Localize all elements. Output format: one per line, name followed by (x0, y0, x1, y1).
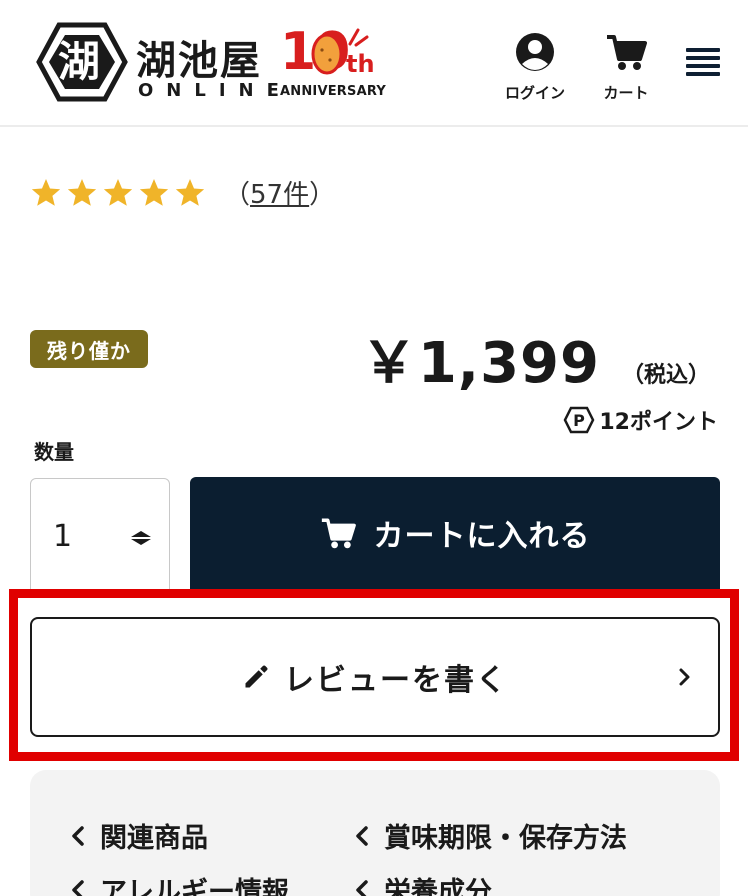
rating-stars (30, 177, 206, 209)
link-related-products[interactable]: 関連商品 (70, 816, 208, 855)
star-icon (31, 178, 61, 206)
select-arrows-icon (131, 531, 151, 545)
link-expiry-storage[interactable]: 賞味期限・保存方法 (354, 816, 627, 855)
product-price: ￥1,399 (360, 331, 600, 396)
user-circle-icon (516, 33, 554, 71)
logo-mark-text: 湖 (58, 37, 101, 86)
write-review-label: レビューを書く (284, 663, 508, 698)
points-hexagon-icon: P (563, 406, 595, 434)
link-nutrition[interactable]: 栄養成分 (354, 870, 492, 896)
chevron-left-icon (72, 825, 84, 846)
star-icon (139, 178, 169, 206)
quantity-select[interactable]: 1 (30, 478, 170, 598)
star-icon (175, 178, 205, 206)
highlight-frame: レビューを書く (9, 589, 739, 761)
login-label: ログイン (504, 84, 565, 102)
points-text: 12ポイント (599, 410, 718, 435)
cart-icon (607, 35, 647, 70)
potato-icon (311, 33, 343, 75)
anniversary-badge: 10 th ANNIVERSARY (280, 22, 390, 104)
write-review-button[interactable]: レビューを書く (30, 617, 720, 737)
link-label: 関連商品 (100, 823, 208, 854)
cart-label: カート (603, 84, 649, 102)
add-to-cart-button[interactable]: カートに入れる (190, 477, 720, 597)
logo-subtitle: ONLINE (138, 80, 292, 101)
chevron-left-icon (356, 825, 368, 846)
site-header: 湖 湖池屋 ONLINE 10 th ANNIVERSARY ログイン (0, 0, 748, 127)
star-icon (67, 178, 97, 206)
spark-icon (348, 28, 369, 47)
cart-icon (321, 518, 356, 549)
link-label: 賞味期限・保存方法 (384, 823, 627, 854)
link-allergy-info[interactable]: アレルギー情報 (70, 870, 289, 896)
review-count: （57件） (224, 180, 336, 210)
chevron-left-icon (72, 879, 84, 896)
cart-button[interactable]: カート (594, 32, 658, 103)
stock-badge: 残り僅か (30, 330, 148, 368)
tax-label: （税込） (621, 363, 710, 388)
svg-text:P: P (574, 411, 586, 430)
add-to-cart-label: カートに入れる (373, 519, 591, 554)
link-label: アレルギー情報 (100, 877, 289, 896)
anniversary-suffix: th (346, 50, 375, 78)
review-count-link[interactable]: 57件 (250, 180, 309, 210)
quantity-value: 1 (53, 519, 73, 554)
chevron-left-icon (356, 879, 368, 896)
hamburger-menu-icon[interactable] (686, 48, 720, 78)
chevron-right-icon (679, 668, 690, 686)
link-label: 栄養成分 (384, 877, 492, 896)
anniversary-text: ANNIVERSARY (280, 84, 386, 99)
price-row: ￥1,399 （税込） (361, 318, 710, 399)
star-icon (103, 178, 133, 206)
product-rating: （57件） (30, 174, 335, 211)
logo-name: 湖池屋 (136, 38, 262, 84)
login-button[interactable]: ログイン (498, 32, 572, 103)
points-info: P 12ポイント (563, 404, 718, 436)
pencil-icon (245, 665, 268, 688)
quantity-label: 数量 (34, 440, 74, 464)
product-info-links: 関連商品 賞味期限・保存方法 アレルギー情報 栄養成分 (30, 770, 720, 896)
